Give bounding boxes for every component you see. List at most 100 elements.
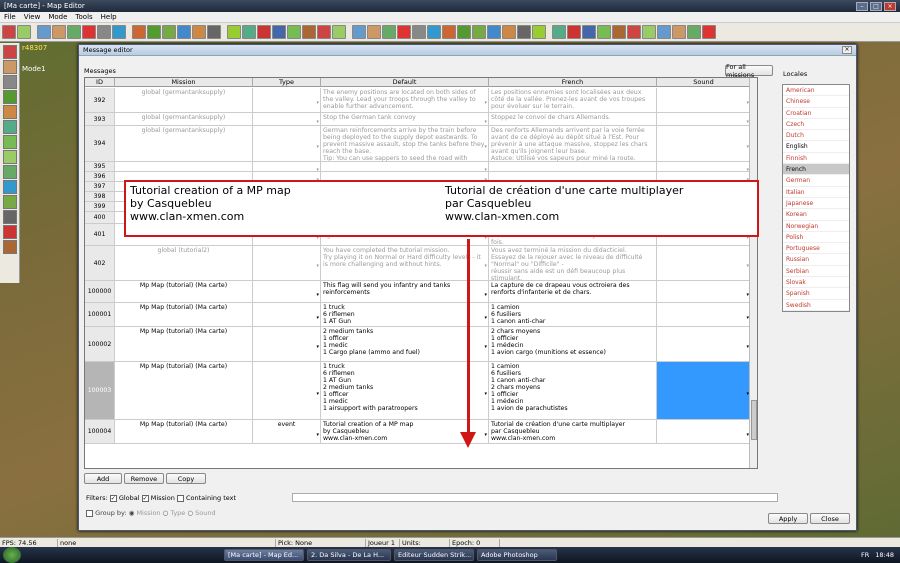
chevron-down-icon[interactable]: ▾ — [484, 144, 487, 151]
palette-tool-icon[interactable] — [2, 210, 17, 224]
cell-mission[interactable]: Mp Map (tutorial) (Ma carte) — [115, 327, 253, 361]
menu-file[interactable]: File — [4, 13, 16, 21]
cell-id[interactable]: 100001 — [85, 303, 115, 326]
cell-default[interactable]: 2 medium tanks 1 officer 1 medic 1 Cargo… — [321, 327, 489, 361]
cell-id[interactable]: 392 — [85, 88, 115, 112]
table-row[interactable]: 100002 Mp Map (tutorial) (Ma carte) ▾ 2 med… — [85, 327, 751, 362]
toolbar-tool-icon[interactable] — [702, 25, 716, 39]
cell-id[interactable]: 393 — [85, 113, 115, 125]
task-browser[interactable]: Editeur Sudden Strik... — [394, 549, 474, 561]
toolbar-tool-icon[interactable] — [397, 25, 411, 39]
toolbar-tool-icon[interactable] — [367, 25, 381, 39]
toolbar-tool-icon[interactable] — [82, 25, 96, 39]
cell-default[interactable]: 1 truck 6 riflemen 1 AT Gun ▾ — [321, 303, 489, 326]
close-button[interactable]: Close — [810, 513, 850, 524]
cell-sound[interactable]: ▾ — [657, 162, 751, 171]
copy-button[interactable]: Copy — [166, 473, 206, 484]
toolbar-tool-icon[interactable] — [177, 25, 191, 39]
menu-help[interactable]: Help — [101, 13, 117, 21]
palette-tool-icon[interactable] — [2, 180, 17, 194]
col-type[interactable]: Type — [253, 78, 321, 87]
cell-mission[interactable]: Mp Map (tutorial) (Ma carte) — [115, 362, 253, 419]
toolbar-tool-icon[interactable] — [502, 25, 516, 39]
cell-mission[interactable]: global (germantanksupply) — [115, 113, 253, 125]
toolbar-tool-icon[interactable] — [2, 25, 16, 39]
locale-item[interactable]: English — [783, 141, 849, 153]
locale-item[interactable]: Spanish — [783, 288, 849, 300]
locale-item[interactable]: Norwegian — [783, 221, 849, 232]
cell-mission[interactable] — [115, 162, 253, 171]
groupby-mission-radio[interactable]: ◉ — [129, 509, 135, 517]
toolbar-tool-icon[interactable] — [597, 25, 611, 39]
cell-type[interactable]: ▾ — [253, 113, 321, 125]
chevron-down-icon[interactable]: ▾ — [316, 391, 319, 398]
cell-french[interactable]: Tutorial de création d'une carte multipl… — [489, 420, 657, 443]
menu-tools[interactable]: Tools — [75, 13, 92, 21]
cell-type[interactable]: event ▾ — [253, 420, 321, 443]
chevron-down-icon[interactable]: ▾ — [316, 315, 319, 322]
cell-sound[interactable]: ▾ — [657, 281, 751, 302]
cell-type[interactable]: ▾ — [253, 162, 321, 171]
cell-sound[interactable]: ▾ — [657, 303, 751, 326]
palette-tool-icon[interactable] — [2, 105, 17, 119]
cell-type[interactable]: ▾ — [253, 303, 321, 326]
grid-scrollbar[interactable] — [749, 78, 757, 468]
cell-id[interactable]: 399 — [85, 202, 115, 211]
chevron-down-icon[interactable]: ▾ — [316, 432, 319, 439]
cell-type[interactable]: ▾ — [253, 362, 321, 419]
cell-french[interactable]: Les positions ennemies sont localisées a… — [489, 88, 657, 112]
groupby-checkbox[interactable] — [86, 509, 93, 517]
toolbar-tool-icon[interactable] — [132, 25, 146, 39]
remove-button[interactable]: Remove — [124, 473, 164, 484]
toolbar-tool-icon[interactable] — [472, 25, 486, 39]
scroll-thumb[interactable] — [751, 400, 757, 440]
cell-id[interactable]: 398 — [85, 192, 115, 201]
task-music[interactable]: 2. Da Silva - De La H... — [307, 549, 391, 561]
chevron-down-icon[interactable]: ▾ — [484, 432, 487, 439]
cell-french[interactable]: Des renforts Allemands arrivent par la v… — [489, 126, 657, 161]
locale-item[interactable]: Serbian — [783, 266, 849, 278]
palette-tool-icon[interactable] — [2, 195, 17, 209]
palette-tool-icon[interactable] — [2, 240, 17, 254]
palette-tool-icon[interactable] — [2, 120, 17, 134]
toolbar-tool-icon[interactable] — [427, 25, 441, 39]
containing-checkbox[interactable] — [176, 494, 184, 502]
col-default[interactable]: Default — [321, 78, 489, 87]
table-row[interactable]: 393 global (germantanksupply) ▾ Stop the Ge… — [85, 113, 751, 126]
task-photoshop[interactable]: Adobe Photoshop — [477, 549, 557, 561]
cell-mission[interactable]: Mp Map (tutorial) (Ma carte) — [115, 303, 253, 326]
cell-id[interactable]: 100000 — [85, 281, 115, 302]
cell-id[interactable]: 396 — [85, 172, 115, 181]
cell-sound[interactable]: ▾ — [657, 327, 751, 361]
dialog-close-icon[interactable]: × — [842, 46, 852, 54]
cell-french[interactable]: 1 camion 6 fusiliers 1 canon anti-char — [489, 303, 657, 326]
menu-mode[interactable]: Mode — [48, 13, 67, 21]
cell-id[interactable]: 397 — [85, 182, 115, 191]
table-row[interactable]: 392 global (germantanksupply) ▾ The enemy p… — [85, 88, 751, 113]
toolbar-tool-icon[interactable] — [642, 25, 656, 39]
palette-tool-icon[interactable] — [2, 165, 17, 179]
toolbar-tool-icon[interactable] — [287, 25, 301, 39]
locale-item[interactable]: Dutch — [783, 130, 849, 142]
cell-default[interactable]: This flag will send you infantry and tan… — [321, 281, 489, 302]
locale-item[interactable]: Croatian — [783, 108, 849, 119]
locale-item[interactable]: Slovak — [783, 277, 849, 289]
toolbar-tool-icon[interactable] — [147, 25, 161, 39]
locale-item[interactable]: Czech — [783, 119, 849, 131]
menu-view[interactable]: View — [24, 13, 41, 21]
cell-french[interactable]: 2 chars moyens 1 officier 1 médecin 1 av… — [489, 327, 657, 361]
palette-tool-icon[interactable] — [2, 60, 17, 74]
table-row[interactable]: 395 ▾ ▾ ▾ — [85, 162, 751, 172]
col-sound[interactable]: Sound — [657, 78, 751, 87]
language-indicator[interactable]: FR — [861, 551, 869, 559]
minimize-icon[interactable]: – — [856, 1, 868, 11]
cell-type[interactable]: ▾ — [253, 246, 321, 280]
cell-default[interactable]: The enemy positions are located on both … — [321, 88, 489, 112]
containing-text-input[interactable] — [292, 493, 778, 502]
table-row[interactable]: 100001 Mp Map (tutorial) (Ma carte) ▾ 1 tru… — [85, 303, 751, 327]
toolbar-tool-icon[interactable] — [552, 25, 566, 39]
cell-sound[interactable]: ▾ — [657, 126, 751, 161]
toolbar-tool-icon[interactable] — [352, 25, 366, 39]
cell-default[interactable]: 1 truck 6 riflemen 1 AT Gun 2 medium tan… — [321, 362, 489, 419]
toolbar-tool-icon[interactable] — [52, 25, 66, 39]
